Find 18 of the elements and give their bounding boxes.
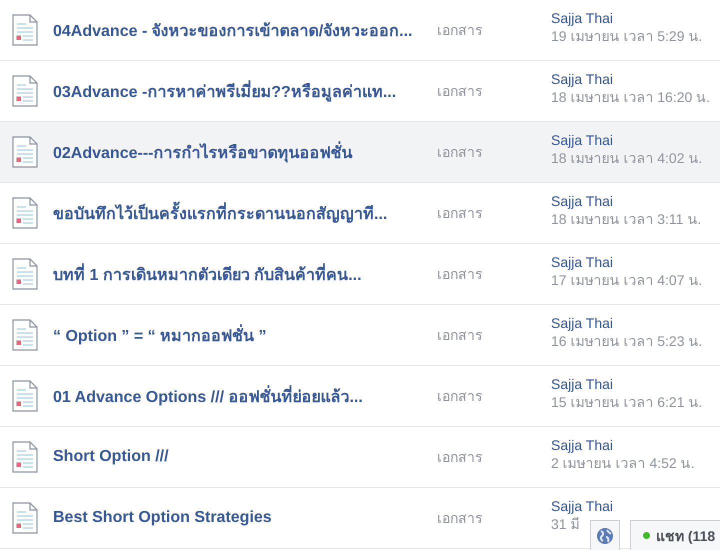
timestamp: 15 เมษายน เวลา 6:21 น. <box>551 393 702 411</box>
document-type: เอกสาร <box>437 82 484 101</box>
timestamp: 2 เมษายน เวลา 4:52 น. <box>551 454 694 472</box>
document-type: เอกสาร <box>437 204 484 223</box>
document-type: เอกสาร <box>437 143 484 162</box>
document-type: เอกสาร <box>437 326 484 345</box>
timestamp: 18 เมษายน เวลา 16:20 น. <box>551 88 710 106</box>
timestamp: 17 เมษายน เวลา 4:07 น. <box>551 271 702 289</box>
timestamp: 31 มี <box>551 515 580 533</box>
document-type: เอกสาร <box>437 21 484 40</box>
document-type: เอกสาร <box>437 448 484 467</box>
document-type: เอกสาร <box>437 509 484 528</box>
timestamp: 16 เมษายน เวลา 5:23 น. <box>551 332 702 350</box>
document-type: เอกสาร <box>437 265 484 284</box>
timestamp: 18 เมษายน เวลา 3:11 น. <box>551 210 702 228</box>
timestamp: 18 เมษายน เวลา 4:02 น. <box>551 149 702 167</box>
timestamp: 19 เมษายน เวลา 5:29 น. <box>551 27 702 45</box>
document-type: เอกสาร <box>437 387 484 406</box>
